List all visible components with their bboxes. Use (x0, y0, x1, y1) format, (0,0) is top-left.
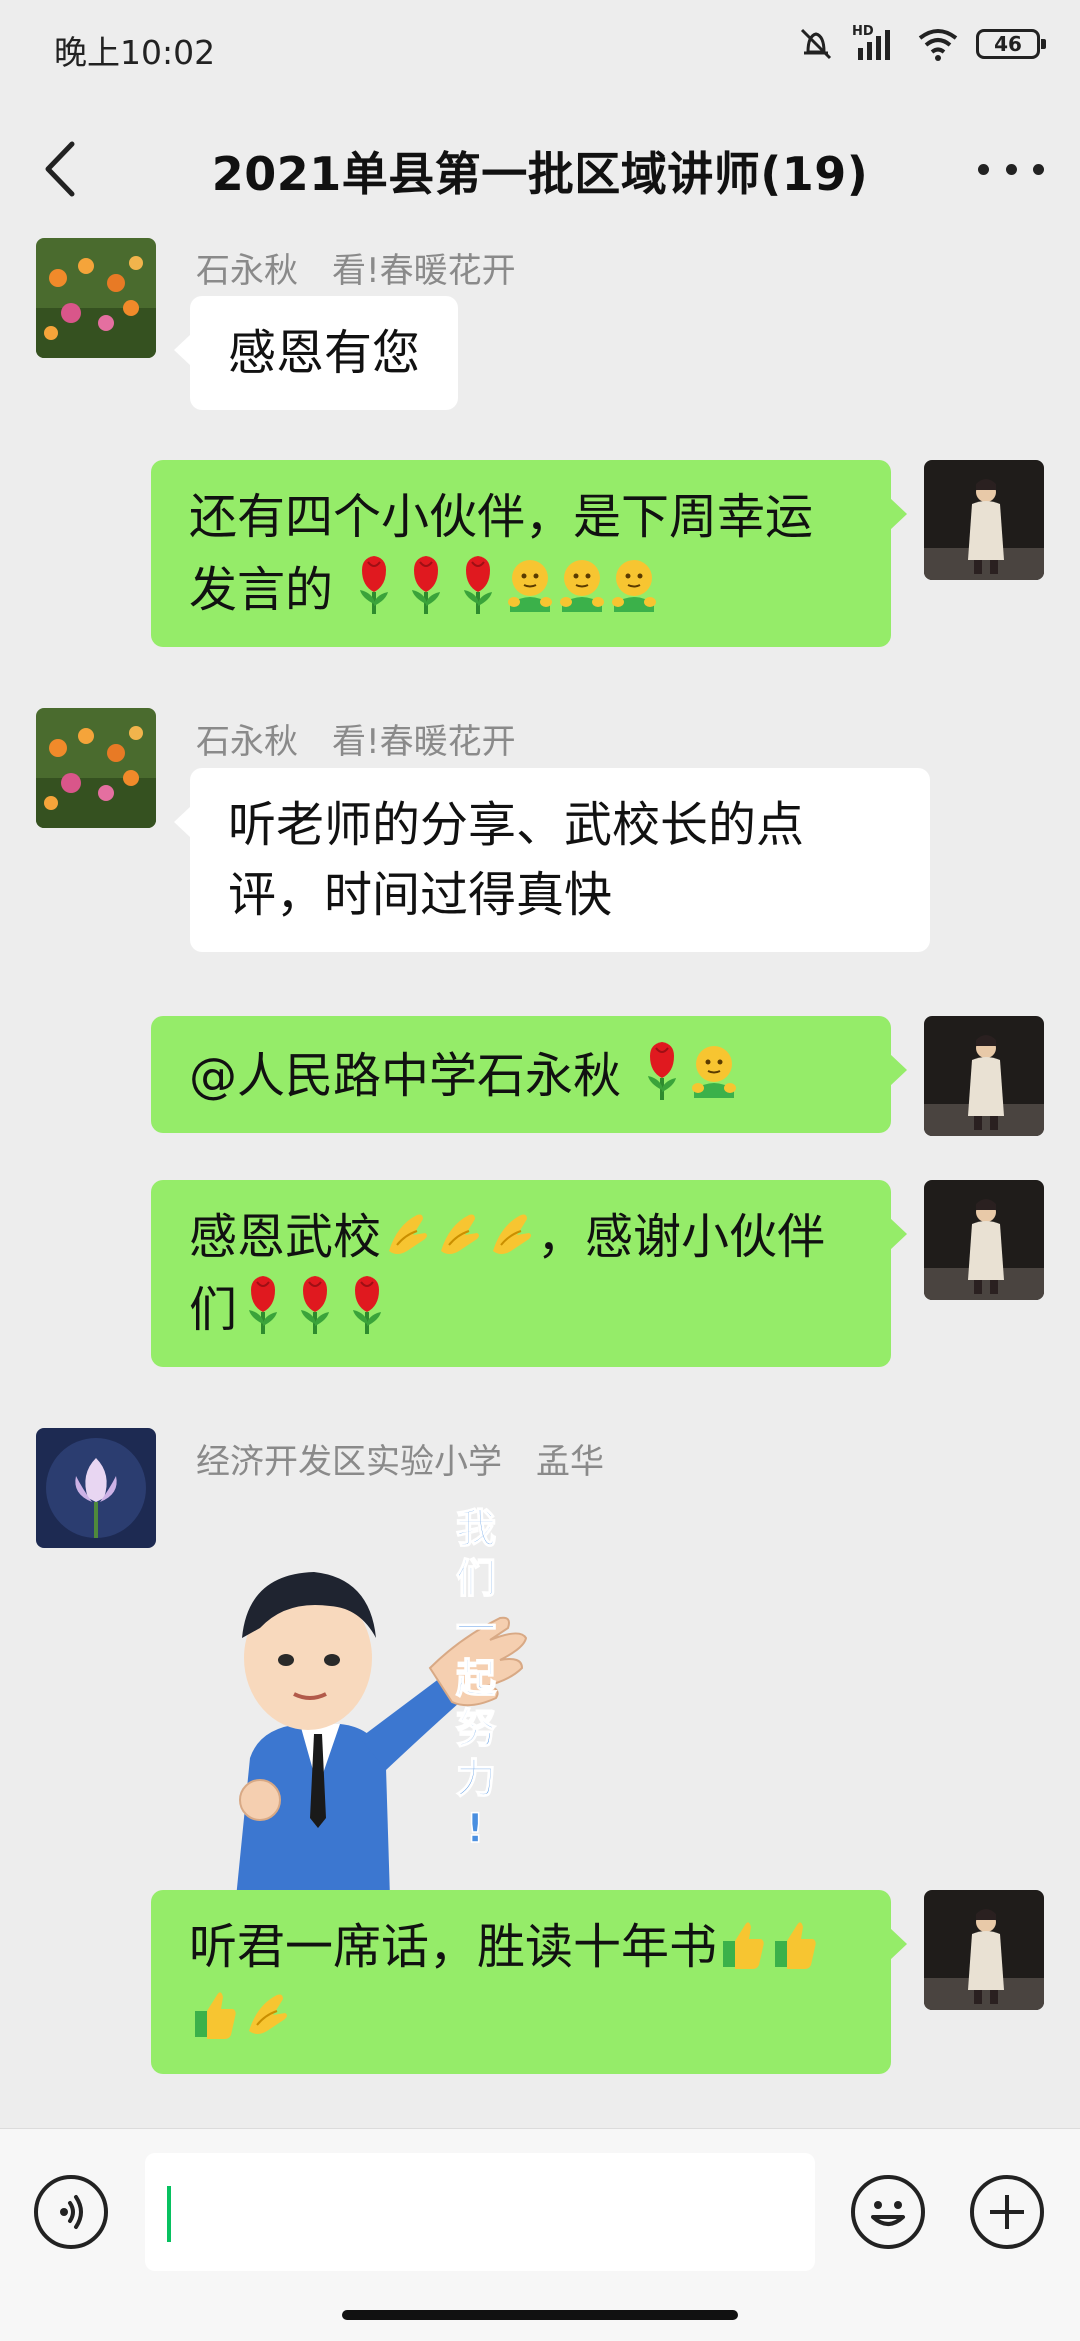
voice-icon (60, 2195, 83, 2229)
sticker-image[interactable]: 我 们 一 起 努 力 ! (190, 1488, 570, 1898)
ok-hand-emoji-icon (388, 1213, 429, 1255)
avatar[interactable] (924, 460, 1044, 580)
message-bubble[interactable]: 感恩武校 ，感谢小伙伴们 (151, 1180, 907, 1367)
mention-text: @人民路中学石永秋 (189, 1048, 637, 1104)
chat-title: 2021单县第一批区域讲师(19) (211, 147, 869, 201)
sender-name: 石永秋 看!春暖花开 (196, 251, 516, 291)
sender-name: 石永秋 看!春暖花开 (196, 722, 516, 762)
plus-icon (990, 2195, 1024, 2229)
battery-icon: 46 (976, 29, 1046, 59)
message-bubble[interactable]: 感恩有您 (173, 296, 459, 410)
message-bubble[interactable]: @人民路中学石永秋 (151, 1016, 907, 1133)
rose-emoji-icon (646, 1040, 679, 1100)
chat-header: 2021单县第一批区域讲师(19) (0, 96, 1080, 242)
smiley-emoji-icon (691, 1045, 738, 1099)
thumbs-up-emoji-icon (723, 1922, 764, 1969)
message-text: 听君一席话，胜读十年书 (189, 1919, 718, 1975)
message-text: 感恩有您 (228, 325, 421, 381)
voice-input-button[interactable] (34, 2175, 108, 2249)
rose-emoji-icon (358, 554, 391, 614)
rose-emoji-icon (247, 1274, 280, 1334)
message-input[interactable] (145, 2153, 815, 2271)
home-indicator[interactable] (342, 2310, 738, 2320)
rose-emoji-icon (462, 554, 495, 614)
status-time: 晚上10:02 (54, 33, 216, 72)
status-bar: 晚上10:02 HD 46 (0, 0, 1080, 96)
smiley-emoji-icon (611, 559, 658, 613)
sender-name: 经济开发区实验小学 孟华 (196, 1442, 604, 1482)
avatar[interactable] (36, 708, 156, 828)
signal-icon: HD (852, 24, 900, 62)
more-options-icon[interactable] (978, 144, 1044, 194)
more-functions-button[interactable] (970, 2175, 1044, 2249)
rose-emoji-icon (410, 554, 443, 614)
rose-emoji-icon (351, 1274, 384, 1334)
svg-text:!: ! (466, 1806, 484, 1852)
thumbs-up-emoji-icon (775, 1922, 816, 1969)
svg-text:起: 起 (456, 1656, 497, 1702)
message-bubble[interactable]: 听老师的分享、武校长的点评，时间过得真快 (174, 768, 930, 952)
smiley-emoji-icon (507, 559, 554, 613)
svg-text:力: 力 (456, 1756, 496, 1802)
emoji-button[interactable] (851, 2175, 925, 2249)
message-list[interactable]: 石永秋 看!春暖花开 感恩有您 还有四个小伙伴，是下周幸运发言的 石永秋 看!春… (0, 238, 1080, 2128)
message-text: 听老师的分享、武校长的点评，时间过得真快 (228, 797, 805, 923)
rose-emoji-icon (299, 1274, 332, 1334)
smiley-face-icon (871, 2201, 905, 2226)
status-icons: HD 46 (796, 24, 1046, 62)
message-bubble[interactable]: 听君一席话，胜读十年书 (151, 1890, 907, 2074)
message-text: 感恩武校 (189, 1209, 382, 1265)
avatar[interactable] (924, 1016, 1044, 1136)
avatar[interactable] (924, 1890, 1044, 2010)
thumbs-up-emoji-icon (195, 1992, 236, 2039)
svg-text:我: 我 (456, 1506, 496, 1552)
text-caret (167, 2186, 171, 2242)
wifi-icon (918, 29, 958, 61)
smiley-emoji-icon (559, 559, 606, 613)
avatar[interactable] (36, 238, 156, 358)
ok-hand-emoji-icon (492, 1213, 533, 1255)
avatar[interactable] (36, 1428, 156, 1548)
avatar[interactable] (924, 1180, 1044, 1300)
svg-text:努: 努 (456, 1706, 496, 1752)
ok-hand-emoji-icon (248, 1993, 288, 2035)
message-bubble[interactable]: 还有四个小伙伴，是下周幸运发言的 (151, 460, 907, 647)
mute-icon (800, 28, 832, 60)
svg-text:一: 一 (456, 1606, 496, 1652)
ok-hand-emoji-icon (440, 1213, 481, 1255)
svg-text:们: 们 (456, 1556, 496, 1602)
